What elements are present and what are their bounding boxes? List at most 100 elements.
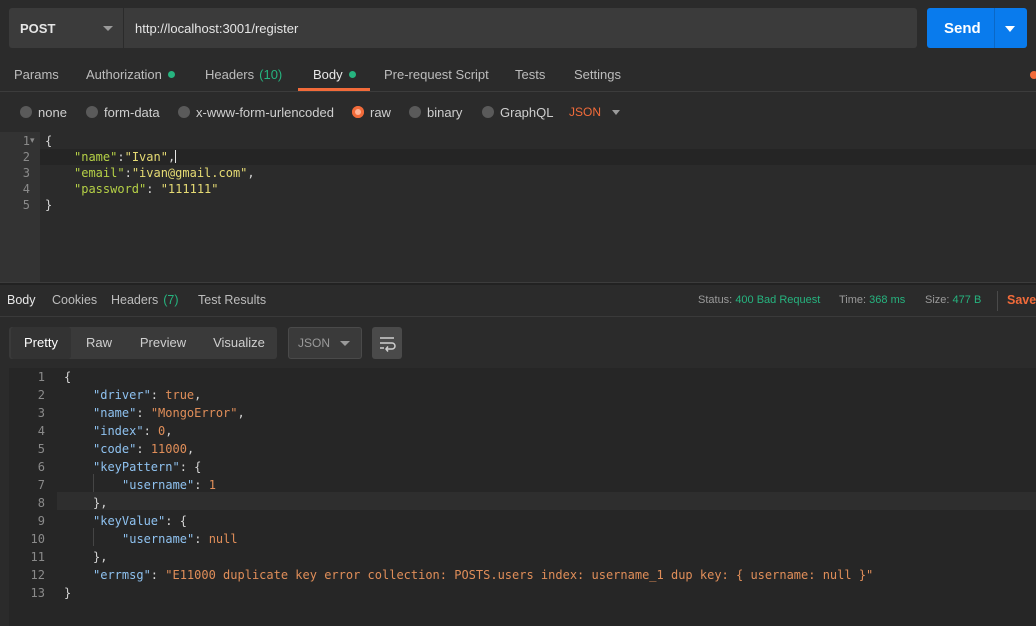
line-number: 2 bbox=[22, 150, 30, 164]
tab-response-body[interactable]: Body bbox=[7, 293, 36, 307]
code-line: }, bbox=[93, 496, 107, 510]
text-cursor bbox=[175, 150, 177, 163]
request-tabs: Params Authorization Headers (10) Body Pr… bbox=[0, 58, 1036, 92]
tab-authorization[interactable]: Authorization bbox=[86, 67, 175, 82]
send-divider bbox=[994, 8, 995, 48]
code-line: } bbox=[64, 586, 71, 600]
radio-raw[interactable]: raw bbox=[352, 105, 391, 120]
view-preview-button[interactable]: Preview bbox=[131, 327, 195, 359]
wrap-lines-button[interactable] bbox=[372, 327, 402, 359]
status-info: Status: 400 Bad Request bbox=[698, 294, 820, 306]
send-button[interactable]: Send bbox=[927, 8, 1027, 48]
radio-icon bbox=[409, 106, 421, 118]
radio-none[interactable]: none bbox=[20, 105, 67, 120]
json-trail: , bbox=[167, 150, 176, 164]
active-line-highlight bbox=[57, 492, 1036, 510]
code-line: "name":"Ivan", bbox=[74, 150, 177, 164]
line-number: 6 bbox=[37, 460, 45, 474]
code-line: "name": "MongoError", bbox=[93, 406, 245, 420]
code-line: "email":"ivan@gmail.com", bbox=[74, 166, 255, 180]
tab-headers[interactable]: Headers (10) bbox=[205, 67, 282, 82]
tab-response-headers[interactable]: Headers (7) bbox=[111, 293, 179, 307]
method-select[interactable]: POST bbox=[9, 8, 123, 48]
code-line: { bbox=[64, 370, 71, 384]
size-info: Size: 477 B bbox=[925, 294, 981, 306]
json-key: "email" bbox=[74, 166, 125, 180]
json-trail: , bbox=[165, 424, 173, 438]
request-body-editor[interactable]: 1 2 3 4 5 ▾ { "name":"Ivan", "email":"iv… bbox=[0, 132, 1036, 282]
json-punct: : bbox=[150, 388, 166, 402]
send-dropdown-icon[interactable] bbox=[1005, 26, 1015, 32]
json-punct: : bbox=[150, 568, 166, 582]
response-format-select[interactable]: JSON bbox=[288, 327, 362, 359]
url-text: http://localhost:3001/register bbox=[135, 21, 299, 36]
json-value: 11000 bbox=[150, 442, 187, 456]
json-trail: , bbox=[247, 166, 255, 180]
response-body-viewer[interactable]: 1 {2 "driver": true, 3 "name": "MongoError",… bbox=[9, 368, 1036, 626]
json-trail: , bbox=[194, 388, 202, 402]
notification-dot-icon bbox=[1030, 71, 1036, 79]
line-number: 8 bbox=[37, 496, 45, 510]
send-label: Send bbox=[944, 20, 981, 37]
time-label: Time: bbox=[839, 294, 867, 306]
fold-arrow-icon[interactable]: ▾ bbox=[30, 135, 35, 146]
tab-test-results[interactable]: Test Results bbox=[198, 293, 266, 307]
url-input[interactable]: http://localhost:3001/register bbox=[123, 8, 917, 48]
tab-settings[interactable]: Settings bbox=[574, 67, 621, 82]
radio-binary[interactable]: binary bbox=[409, 105, 462, 120]
json-punct: }, bbox=[93, 496, 108, 510]
radio-icon bbox=[20, 106, 32, 118]
code-line: { bbox=[45, 134, 53, 148]
line-number: 13 bbox=[30, 586, 45, 600]
radio-x-www-form-urlencoded[interactable]: x-www-form-urlencoded bbox=[178, 105, 334, 120]
save-response-button[interactable]: Save bbox=[1007, 293, 1036, 307]
tab-body[interactable]: Body bbox=[313, 67, 356, 82]
tab-pre-request-script[interactable]: Pre-request Script bbox=[384, 67, 489, 82]
tab-tests[interactable]: Tests bbox=[515, 67, 545, 82]
json-key: "keyPattern" bbox=[93, 460, 180, 474]
chevron-down-icon[interactable] bbox=[612, 110, 620, 115]
json-sep: : bbox=[146, 182, 161, 196]
line-number: 4 bbox=[37, 424, 45, 438]
radio-form-data[interactable]: form-data bbox=[86, 105, 160, 120]
line-number: 7 bbox=[37, 478, 45, 492]
radio-label: none bbox=[38, 105, 67, 120]
method-label: POST bbox=[20, 21, 56, 36]
body-type-selector: none form-data x-www-form-urlencoded raw… bbox=[0, 92, 1036, 132]
line-number: 3 bbox=[37, 406, 45, 420]
tab-cookies[interactable]: Cookies bbox=[52, 293, 97, 307]
json-punct: : { bbox=[179, 460, 202, 474]
json-key: "index" bbox=[93, 424, 144, 438]
chevron-down-icon bbox=[340, 341, 350, 346]
status-label: Status: bbox=[698, 294, 733, 306]
tab-label: Pre-request Script bbox=[384, 67, 489, 82]
tab-label: Settings bbox=[574, 67, 621, 82]
format-label: JSON bbox=[298, 336, 331, 350]
line-number: 5 bbox=[37, 442, 45, 456]
view-raw-button[interactable]: Raw bbox=[75, 327, 123, 359]
code-line: } bbox=[45, 198, 53, 212]
line-number: 11 bbox=[30, 550, 45, 564]
view-pretty-button[interactable]: Pretty bbox=[11, 327, 71, 359]
radio-label: binary bbox=[427, 105, 463, 120]
line-number: 5 bbox=[22, 198, 30, 212]
json-punct: }, bbox=[93, 550, 108, 564]
code-line: "errmsg": "E11000 duplicate key error co… bbox=[93, 568, 873, 582]
tab-label: Tests bbox=[515, 67, 546, 82]
json-punct: : bbox=[136, 442, 151, 456]
json-key: "errmsg" bbox=[93, 568, 151, 582]
radio-label: raw bbox=[370, 105, 391, 120]
json-value: "ivan@gmail.com" bbox=[131, 166, 248, 180]
radio-label: form-data bbox=[104, 105, 160, 120]
json-value: 1 bbox=[208, 478, 216, 492]
divider bbox=[997, 291, 998, 311]
radio-icon bbox=[482, 106, 494, 118]
body-format-select[interactable]: JSON bbox=[569, 105, 601, 119]
json-key: "driver" bbox=[93, 388, 151, 402]
tab-params[interactable]: Params bbox=[14, 67, 59, 82]
json-punct: } bbox=[64, 586, 72, 600]
json-value: "Ivan" bbox=[124, 150, 168, 164]
radio-graphql[interactable]: GraphQL bbox=[482, 105, 553, 120]
line-gutter: 1 2 3 4 5 ▾ bbox=[0, 132, 40, 282]
view-visualize-button[interactable]: Visualize bbox=[205, 327, 273, 359]
